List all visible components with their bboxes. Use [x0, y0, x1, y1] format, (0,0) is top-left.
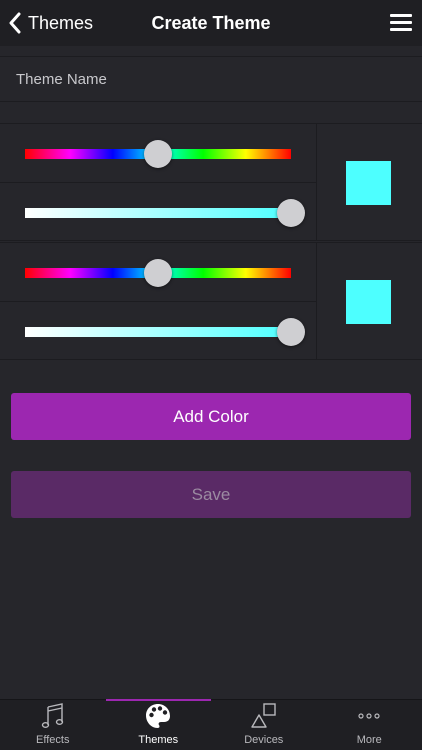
theme-name-row: [0, 56, 422, 102]
color-swatch-2[interactable]: [346, 280, 391, 324]
save-button[interactable]: Save: [11, 471, 411, 518]
saturation-slider-track: [25, 327, 291, 337]
tab-label: Devices: [244, 734, 284, 746]
hue-slider-thumb[interactable]: [144, 259, 172, 287]
saturation-slider-1[interactable]: [25, 199, 305, 227]
divider: [316, 243, 317, 359]
saturation-slider-thumb[interactable]: [277, 318, 305, 346]
hue-slider-2[interactable]: [25, 259, 291, 287]
tab-more[interactable]: More: [317, 700, 422, 750]
back-button-label: Themes: [28, 12, 94, 33]
saturation-slider-thumb[interactable]: [277, 199, 305, 227]
divider: [316, 124, 317, 240]
devices-icon: [251, 703, 276, 728]
tab-label: Effects: [36, 734, 70, 746]
tab-effects[interactable]: Effects: [0, 700, 106, 750]
color-swatch-1[interactable]: [346, 161, 391, 205]
hue-slider-1[interactable]: [25, 140, 291, 168]
palette-icon: [146, 704, 171, 728]
tab-label: More: [356, 734, 382, 746]
saturation-slider-track: [25, 208, 291, 218]
hamburger-menu-icon[interactable]: [390, 12, 412, 32]
divider: [0, 301, 316, 302]
tab-devices[interactable]: Devices: [211, 700, 317, 750]
add-color-button[interactable]: Add Color: [11, 393, 411, 440]
back-button[interactable]: Themes: [8, 0, 93, 46]
theme-name-input[interactable]: [0, 57, 422, 101]
tab-themes[interactable]: Themes: [105, 699, 212, 750]
tab-label: Themes: [138, 734, 179, 746]
hue-slider-thumb[interactable]: [144, 140, 172, 168]
tab-bar: Effects Themes Devices More: [0, 699, 422, 750]
divider: [0, 182, 316, 183]
saturation-slider-2[interactable]: [25, 318, 305, 346]
color-block-2: [0, 242, 422, 360]
chevron-left-icon: [9, 12, 21, 34]
color-block-1: [0, 123, 422, 241]
navigation-bar: Themes Create Theme: [0, 0, 422, 46]
music-note-icon: [41, 703, 63, 729]
more-icon: [358, 713, 380, 719]
